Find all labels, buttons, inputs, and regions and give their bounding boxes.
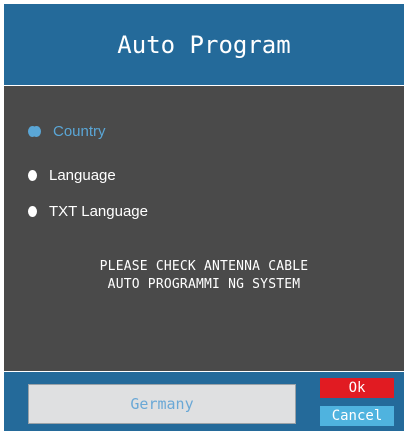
menu-item-country[interactable]: Country (28, 119, 106, 143)
radio-selected-icon (32, 125, 41, 137)
auto-program-dialog: Auto Program Country Language TXT Langua… (0, 0, 408, 435)
ok-button-label: Ok (348, 380, 366, 396)
dialog-title: Auto Program (117, 30, 291, 59)
radio-icon (28, 205, 37, 217)
menu-item-language[interactable]: Language (28, 163, 116, 187)
dialog-body: Country Language TXT Language PLEASE CHE… (4, 86, 404, 371)
ok-button[interactable]: Ok (320, 378, 394, 398)
menu-item-label: Country (53, 122, 106, 140)
menu-item-txt-language[interactable]: TXT Language (28, 199, 148, 223)
menu-item-label: TXT Language (49, 202, 148, 220)
dialog-footer: Germany Ok Cancel (4, 372, 404, 431)
status-message: PLEASE CHECK ANTENNA CABLE AUTO PROGRAMM… (4, 258, 404, 294)
dialog-header: Auto Program (4, 4, 404, 86)
message-line-2: AUTO PROGRAMMI NG SYSTEM (107, 277, 301, 292)
radio-icon (28, 169, 37, 181)
message-line-1: PLEASE CHECK ANTENNA CABLE (99, 259, 309, 274)
cancel-button[interactable]: Cancel (320, 406, 394, 426)
country-value-field[interactable]: Germany (28, 384, 296, 424)
cancel-button-label: Cancel (331, 408, 383, 424)
menu-item-label: Language (49, 166, 116, 184)
country-value-text: Germany (130, 395, 194, 413)
